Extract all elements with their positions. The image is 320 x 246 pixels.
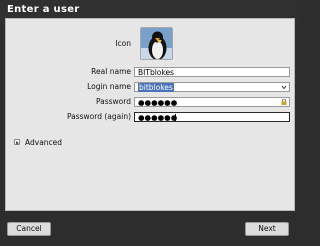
chevron-down-icon[interactable] bbox=[281, 83, 287, 91]
lock-icon bbox=[281, 99, 287, 105]
next-button[interactable]: Next bbox=[245, 222, 289, 236]
real-name-field[interactable]: BITblokes bbox=[134, 67, 290, 77]
password-dots: ●●●●●● bbox=[138, 98, 178, 107]
penguin-avatar-icon bbox=[141, 28, 172, 59]
user-avatar-button[interactable] bbox=[140, 27, 173, 60]
cancel-button[interactable]: Cancel bbox=[7, 222, 51, 236]
login-name-label: Login name bbox=[87, 82, 131, 91]
user-form-panel: Icon Real name BITblokes Login name bitb… bbox=[5, 18, 295, 211]
text-caret bbox=[175, 114, 176, 121]
login-name-value: bitblokes bbox=[138, 83, 174, 92]
real-name-label: Real name bbox=[91, 67, 131, 76]
advanced-expander[interactable]: Advanced bbox=[14, 138, 63, 147]
password-field[interactable]: ●●●●●● bbox=[134, 97, 290, 107]
password-again-field[interactable]: ●●●●●● bbox=[134, 112, 290, 122]
triangle-right-icon[interactable] bbox=[14, 139, 20, 145]
login-name-combo[interactable]: bitblokes bbox=[134, 82, 290, 92]
password-again-label: Password (again) bbox=[66, 112, 131, 121]
advanced-label: Advanced bbox=[25, 138, 63, 147]
real-name-value: BITblokes bbox=[138, 68, 174, 77]
window-title: Enter a user bbox=[7, 4, 80, 15]
icon-label: Icon bbox=[115, 39, 131, 48]
password-label: Password bbox=[95, 97, 131, 106]
password-again-dots: ●●●●●● bbox=[138, 113, 178, 122]
